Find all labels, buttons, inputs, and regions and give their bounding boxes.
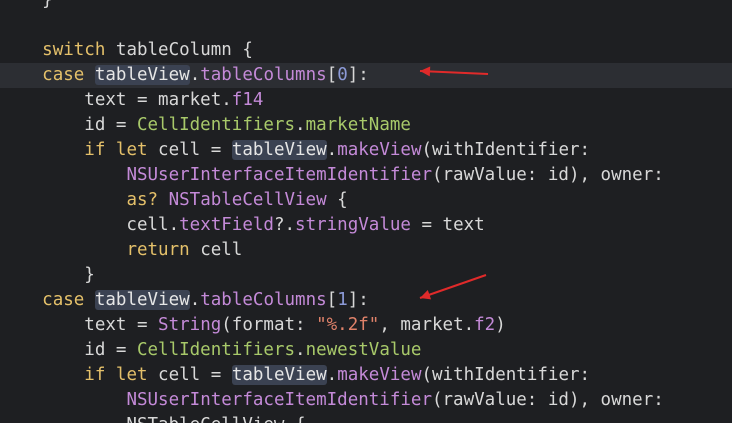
- code-token: (rawValue: id), owner:: [431, 165, 664, 185]
- code-token: {: [326, 190, 348, 210]
- code-token: as?: [126, 190, 159, 210]
- code-token: cell =: [147, 140, 232, 160]
- code-line[interactable]: [0, 13, 732, 38]
- code-token: if let: [84, 365, 148, 385]
- code-token: return: [126, 240, 190, 260]
- code-token: tableView: [94, 65, 190, 85]
- code-token: }: [0, 0, 53, 10]
- code-token: [: [326, 65, 338, 85]
- code-token: textField: [179, 215, 274, 235]
- code-token: tableColumns: [200, 65, 327, 85]
- code-token: (format:: [221, 315, 317, 335]
- code-line[interactable]: return cell: [0, 238, 732, 263]
- code-token: NSUserInterfaceItemIdentifier: [126, 165, 432, 185]
- code-line[interactable]: if let cell = tableView.makeView(withIde…: [0, 363, 732, 388]
- code-token: , market.: [379, 315, 475, 335]
- code-token: cell: [189, 240, 243, 260]
- code-token: cell =: [147, 365, 232, 385]
- code-token: CellIdentifiers: [136, 340, 296, 360]
- code-token: f2: [474, 315, 496, 335]
- code-line[interactable]: NSTableCellView {: [0, 413, 732, 423]
- code-token: (withIdentifier:: [421, 140, 591, 160]
- code-token: if let: [84, 140, 148, 160]
- code-token: ): [495, 315, 506, 335]
- code-line[interactable]: if let cell = tableView.makeView(withIde…: [0, 138, 732, 163]
- code-token: tableColumns: [200, 290, 327, 310]
- code-token: String: [158, 315, 222, 335]
- code-token: }: [0, 265, 95, 285]
- code-token: tableView: [231, 365, 327, 385]
- code-token: case: [42, 65, 85, 85]
- code-line[interactable]: NSUserInterfaceItemIdentifier(rawValue: …: [0, 163, 732, 188]
- code-token: "%.2f": [316, 315, 380, 335]
- code-line-current[interactable]: case tableView.tableColumns[0]:: [0, 63, 732, 88]
- code-token: tableView: [94, 290, 190, 310]
- code-token: NSTableCellView {: [0, 415, 305, 423]
- code-token: f14: [231, 90, 264, 110]
- code-line[interactable]: }: [0, 263, 732, 288]
- code-line[interactable]: cell.textField?.stringValue = text: [0, 213, 732, 238]
- code-token: makeView: [337, 365, 422, 385]
- code-line[interactable]: id = CellIdentifiers.marketName: [0, 113, 732, 138]
- code-token: text = market.: [0, 90, 232, 110]
- code-line[interactable]: NSUserInterfaceItemIdentifier(rawValue: …: [0, 388, 732, 413]
- code-token: case: [42, 290, 85, 310]
- code-token: .: [326, 140, 338, 160]
- code-token: [: [326, 290, 338, 310]
- code-line[interactable]: as? NSTableCellView {: [0, 188, 732, 213]
- code-token: ]:: [347, 290, 369, 310]
- code-token: tableColumn {: [105, 40, 253, 60]
- code-token: .: [189, 65, 201, 85]
- code-token: cell.: [0, 215, 180, 235]
- code-line[interactable]: }: [0, 0, 732, 13]
- code-token: 0: [337, 65, 348, 85]
- code-token: NSUserInterfaceItemIdentifier: [126, 390, 432, 410]
- code-token: (withIdentifier:: [421, 365, 591, 385]
- code-token: ]:: [347, 65, 369, 85]
- code-token: .: [295, 115, 306, 135]
- code-line[interactable]: text = String(format: "%.2f", market.f2): [0, 313, 732, 338]
- code-token: text =: [0, 315, 159, 335]
- code-line[interactable]: text = market.f14: [0, 88, 732, 113]
- code-editor[interactable]: } switch tableColumn { case tableView.ta…: [0, 0, 732, 423]
- code-token: (rawValue: id), owner:: [431, 390, 664, 410]
- code-token: makeView: [337, 140, 422, 160]
- code-token: marketName: [305, 115, 411, 135]
- code-token: id =: [0, 115, 137, 135]
- code-token: 1: [337, 290, 348, 310]
- code-token: stringValue: [295, 215, 411, 235]
- code-token: CellIdentifiers: [136, 115, 296, 135]
- code-line[interactable]: id = CellIdentifiers.newestValue: [0, 338, 732, 363]
- code-token: switch: [42, 40, 106, 60]
- code-token: ?.: [273, 215, 296, 235]
- code-token: = text: [410, 215, 485, 235]
- code-token: newestValue: [305, 340, 422, 360]
- code-token: id =: [0, 340, 137, 360]
- code-token: .: [189, 290, 201, 310]
- code-token: .: [295, 340, 306, 360]
- code-token: .: [326, 365, 338, 385]
- code-line[interactable]: switch tableColumn {: [0, 38, 732, 63]
- code-token: NSTableCellView: [168, 190, 327, 210]
- code-token: tableView: [231, 140, 327, 160]
- code-line[interactable]: case tableView.tableColumns[1]:: [0, 288, 732, 313]
